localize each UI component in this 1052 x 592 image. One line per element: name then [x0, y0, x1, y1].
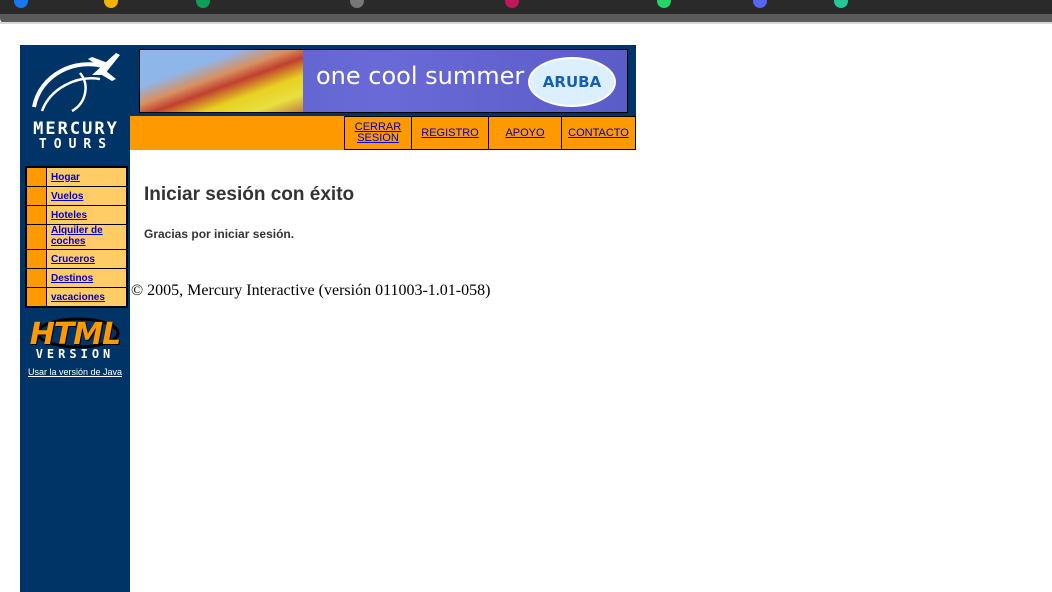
- top-navigation: CERRAR SESIÓN REGISTRO APOYO CONTACTO: [130, 116, 636, 150]
- link-alquiler-de-coches[interactable]: Alquiler de coches: [51, 225, 126, 247]
- link-hoteles[interactable]: Hoteles: [51, 210, 87, 221]
- sidebar-item-destinos: Destinos: [27, 269, 126, 288]
- mercury-tours-logo[interactable]: MERCURY TOURS: [20, 45, 130, 155]
- bookmark-icon[interactable]: [104, 0, 118, 8]
- aruba-logo: ARUBA: [528, 57, 616, 107]
- logo-text-tours: TOURS: [38, 137, 114, 152]
- banner-slogan: one cool summer: [316, 62, 525, 90]
- sidebar-item-hoteles: Hoteles: [27, 206, 126, 225]
- bookmark-icon[interactable]: [350, 0, 364, 8]
- sidebar-item-vuelos: Vuelos: [27, 187, 126, 206]
- sidebar-item-alquiler-de-coches: Alquiler de coches: [27, 225, 126, 250]
- sidebar-item-vacaciones: vacaciones: [27, 288, 126, 306]
- logo-text-mercury: MERCURY: [33, 119, 119, 139]
- page-title: Iniciar sesión con éxito: [144, 184, 355, 205]
- nav-contacto[interactable]: CONTACTO: [561, 116, 636, 150]
- nav-cerrar-sesion[interactable]: CERRAR SESIÓN: [344, 116, 412, 150]
- link-vacaciones[interactable]: vacaciones: [51, 292, 105, 303]
- link-cruceros[interactable]: Cruceros: [51, 254, 95, 265]
- sidebar-item-hogar: Hogar: [27, 168, 126, 187]
- link-vuelos[interactable]: Vuelos: [51, 191, 83, 202]
- link-destinos[interactable]: Destinos: [51, 273, 93, 284]
- airplane-globe-icon: [32, 53, 120, 113]
- login-success-message: Gracias por iniciar sesión.: [144, 227, 295, 241]
- whatsapp-icon[interactable]: [657, 0, 671, 8]
- sidebar-item-cruceros: Cruceros: [27, 250, 126, 269]
- html-version-subtitle: VERSION: [35, 347, 115, 361]
- nav-apoyo[interactable]: APOYO: [488, 116, 562, 150]
- sidebar: MERCURY TOURS Hogar Vuelos Hoteles Alqui…: [20, 45, 130, 592]
- browser-bookmarks-bar: [0, 0, 1052, 14]
- bookmark-icon[interactable]: [834, 0, 848, 8]
- bookmark-icon[interactable]: [14, 0, 28, 8]
- aruba-logo-text: ARUBA: [542, 73, 602, 91]
- side-navigation: Hogar Vuelos Hoteles Alquiler de coches …: [25, 166, 128, 308]
- ad-banner[interactable]: one cool summer ARUBA: [139, 49, 628, 113]
- footer-copyright: © 2005, Mercury Interactive (versión 011…: [131, 282, 491, 299]
- banner-photo: [140, 50, 303, 112]
- java-version-link[interactable]: Usar la versión de Java: [20, 367, 130, 377]
- bookmark-icon[interactable]: [196, 0, 210, 8]
- bookmark-icon[interactable]: [753, 0, 767, 8]
- link-hogar[interactable]: Hogar: [51, 172, 80, 183]
- browser-toolbar-border: [0, 22, 1052, 24]
- bookmark-icon[interactable]: [505, 0, 519, 8]
- nav-registro[interactable]: REGISTRO: [411, 116, 489, 150]
